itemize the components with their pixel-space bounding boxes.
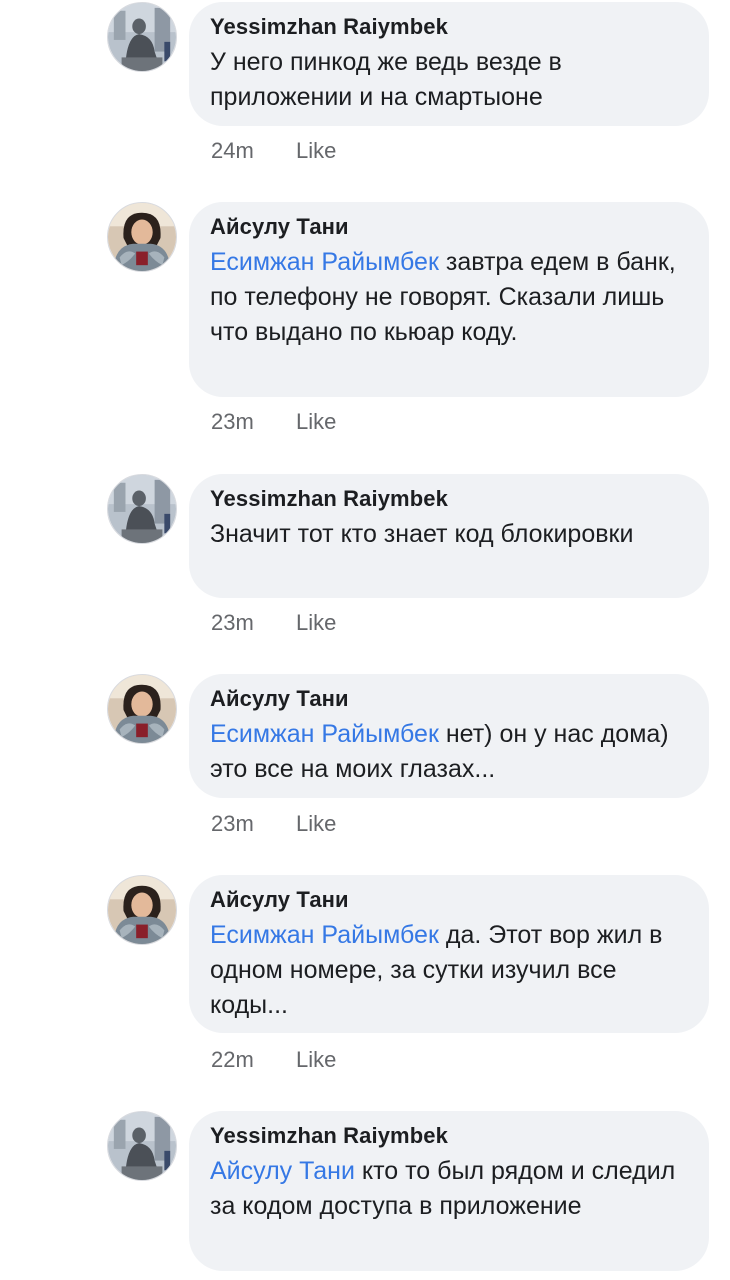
comment-bubble: Айсулу Тани Есимжан Райымбек нет) он у н… <box>189 674 709 798</box>
comment-body: У него пинкод же ведь везде в приложении… <box>210 48 562 111</box>
comment-author[interactable]: Yessimzhan Raiymbek <box>210 13 687 41</box>
comment-meta: 23m Like <box>211 609 336 637</box>
woman-fur-avatar-icon <box>108 876 176 944</box>
comment-bubble: Айсулу Тани Есимжан Райымбек завтра едем… <box>189 202 709 397</box>
like-button[interactable]: Like <box>296 409 336 434</box>
comment-bubble: Айсулу Тани Есимжан Райымбек да. Этот во… <box>189 875 709 1033</box>
comment-bubble: Yessimzhan Raiymbek У него пинкод же вед… <box>189 2 709 126</box>
comment-author[interactable]: Yessimzhan Raiymbek <box>210 1122 687 1150</box>
woman-fur-avatar-icon <box>108 675 176 743</box>
mention-link[interactable]: Есимжан Райымбек <box>210 720 439 748</box>
avatar[interactable] <box>107 2 177 72</box>
comment-meta: 22m Like <box>211 1046 336 1074</box>
statue-avatar-icon <box>108 475 176 543</box>
comment-meta: 23m Like <box>211 810 336 838</box>
avatar[interactable] <box>107 1111 177 1181</box>
comment-time[interactable]: 24m <box>211 137 296 165</box>
woman-fur-avatar-icon <box>108 203 176 271</box>
comment-text: Значит тот кто знает код блокировки <box>210 517 687 552</box>
comment-author[interactable]: Yessimzhan Raiymbek <box>210 485 687 513</box>
comment-bubble: Yessimzhan Raiymbek Значит тот кто знает… <box>189 474 709 598</box>
comment-bubble: Yessimzhan Raiymbek Айсулу Тани кто то б… <box>189 1111 709 1271</box>
statue-avatar-icon <box>108 3 176 71</box>
like-button[interactable]: Like <box>296 1047 336 1072</box>
comment-author[interactable]: Айсулу Тани <box>210 213 687 241</box>
mention-link[interactable]: Есимжан Райымбек <box>210 248 439 276</box>
comment-text: Есимжан Райымбек нет) он у нас дома) это… <box>210 717 687 787</box>
comment-time[interactable]: 22m <box>211 1046 296 1074</box>
comment-time[interactable]: 23m <box>211 810 296 838</box>
mention-link[interactable]: Есимжан Райымбек <box>210 921 439 949</box>
like-button[interactable]: Like <box>296 811 336 836</box>
mention-link[interactable]: Айсулу Тани <box>210 1157 355 1185</box>
avatar[interactable] <box>107 202 177 272</box>
comment-author[interactable]: Айсулу Тани <box>210 886 687 914</box>
statue-avatar-icon <box>108 1112 176 1180</box>
comment-time[interactable]: 23m <box>211 609 296 637</box>
avatar[interactable] <box>107 674 177 744</box>
comment-meta: 24m Like <box>211 137 336 165</box>
comment-text: Айсулу Тани кто то был рядом и следил за… <box>210 1154 687 1224</box>
avatar[interactable] <box>107 875 177 945</box>
comment-text: Есимжан Райымбек да. Этот вор жил в одно… <box>210 918 687 1023</box>
comment-time[interactable]: 23m <box>211 408 296 436</box>
comment-text: У него пинкод же ведь везде в приложении… <box>210 45 687 115</box>
avatar[interactable] <box>107 474 177 544</box>
comment-meta: 23m Like <box>211 408 336 436</box>
comment-body: Значит тот кто знает код блокировки <box>210 520 634 548</box>
like-button[interactable]: Like <box>296 610 336 635</box>
comment-author[interactable]: Айсулу Тани <box>210 685 687 713</box>
like-button[interactable]: Like <box>296 138 336 163</box>
comment-text: Есимжан Райымбек завтра едем в банк, по … <box>210 245 687 350</box>
